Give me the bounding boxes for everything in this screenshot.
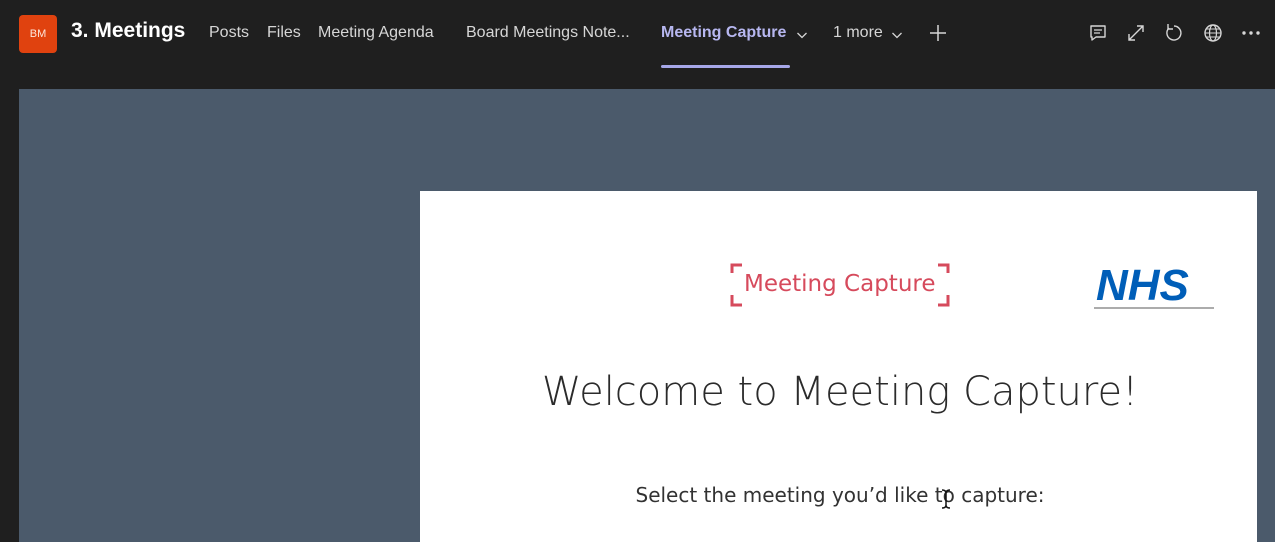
text-cursor-icon [941, 489, 951, 509]
teams-header-bar: BM 3. Meetings Posts Files Meeting Agend… [0, 0, 1275, 68]
welcome-heading: Welcome to Meeting Capture! [541, 369, 1139, 415]
logo-text: Meeting Capture [744, 271, 936, 297]
nhs-logo-icon: NHS [1094, 261, 1214, 310]
refresh-icon[interactable] [1163, 22, 1185, 44]
nhs-logo: NHS [1094, 261, 1214, 311]
meeting-capture-logo: Meeting Capture [730, 263, 952, 307]
globe-icon[interactable] [1202, 22, 1224, 44]
tab-meeting-capture[interactable]: Meeting Capture [661, 24, 786, 42]
more-options-icon[interactable] [1240, 22, 1262, 44]
tab-meeting-agenda[interactable]: Meeting Agenda [318, 24, 434, 42]
add-tab-icon[interactable] [927, 22, 949, 44]
meeting-capture-app-card: Meeting Capture NHS Welcome to Meeting C… [420, 191, 1257, 542]
tab-files[interactable]: Files [267, 24, 301, 42]
tab-board-meetings-notes[interactable]: Board Meetings Note... [466, 24, 630, 42]
team-avatar[interactable]: BM [19, 15, 57, 53]
active-tab-indicator [661, 65, 790, 68]
nhs-logo-text: NHS [1096, 261, 1189, 310]
chevron-down-icon[interactable] [891, 29, 903, 41]
conversation-icon[interactable] [1087, 22, 1109, 44]
tab-posts[interactable]: Posts [209, 24, 249, 42]
team-name: 3. Meetings [71, 19, 186, 42]
chevron-down-icon[interactable] [796, 29, 808, 41]
tab-more[interactable]: 1 more [833, 24, 883, 42]
expand-icon[interactable] [1125, 22, 1147, 44]
select-meeting-prompt: Select the meeting you’d like to capture… [635, 483, 1045, 507]
